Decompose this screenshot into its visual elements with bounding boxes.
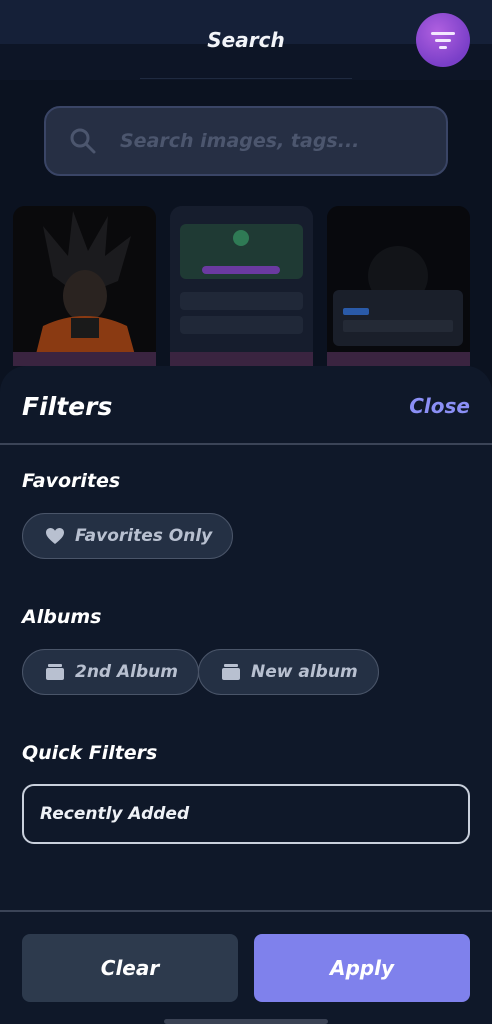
favorites-only-chip[interactable]: Favorites Only: [22, 513, 234, 559]
sheet-footer-divider: [0, 910, 492, 912]
filter-icon-line: [435, 38, 451, 42]
favorites-heading: Favorites: [22, 470, 121, 492]
favorites-only-label: Favorites Only: [75, 526, 213, 546]
album-chip-new-album[interactable]: New album: [198, 649, 379, 695]
thumbnail-image: [13, 206, 156, 366]
quick-filter-select[interactable]: Recently Added: [22, 784, 470, 844]
filter-button[interactable]: [416, 13, 470, 67]
album-icon: [222, 664, 240, 680]
quick-filters-heading: Quick Filters: [22, 742, 158, 764]
search-bar[interactable]: [44, 106, 448, 176]
thumbnail-image: [170, 206, 313, 366]
album-icon: [46, 664, 64, 680]
thumbnail-caption-bar: [327, 352, 470, 366]
apply-button[interactable]: Apply: [254, 934, 470, 1002]
filter-icon: [431, 31, 455, 35]
album-chip-2nd-album[interactable]: 2nd Album: [22, 649, 199, 695]
albums-heading: Albums: [22, 606, 102, 628]
thumbnail-image: [327, 206, 470, 366]
heart-icon: [46, 528, 64, 544]
search-icon: [70, 128, 96, 154]
image-thumbnail[interactable]: [13, 206, 156, 366]
search-input[interactable]: [120, 130, 420, 152]
filters-sheet: Filters Close Favorites Favorites Only A…: [0, 366, 492, 1024]
filter-icon-line: [439, 45, 447, 49]
header-divider: [140, 78, 352, 79]
image-thumbnail[interactable]: [170, 206, 313, 366]
thumbnail-caption-bar: [13, 352, 156, 366]
clear-button[interactable]: Clear: [22, 934, 238, 1002]
album-chip-label: New album: [251, 662, 358, 682]
search-screen: Search Search images, tags... Filters Cl…: [0, 0, 492, 1024]
image-thumbnail[interactable]: [327, 206, 470, 366]
close-button[interactable]: Close: [409, 394, 470, 418]
quick-filter-value: Recently Added: [40, 804, 190, 824]
album-chip-label: 2nd Album: [75, 662, 178, 682]
filters-title: Filters: [22, 392, 113, 421]
home-indicator: [164, 1019, 328, 1024]
sheet-header-divider: [0, 443, 492, 445]
thumbnail-caption-bar: [170, 352, 313, 366]
